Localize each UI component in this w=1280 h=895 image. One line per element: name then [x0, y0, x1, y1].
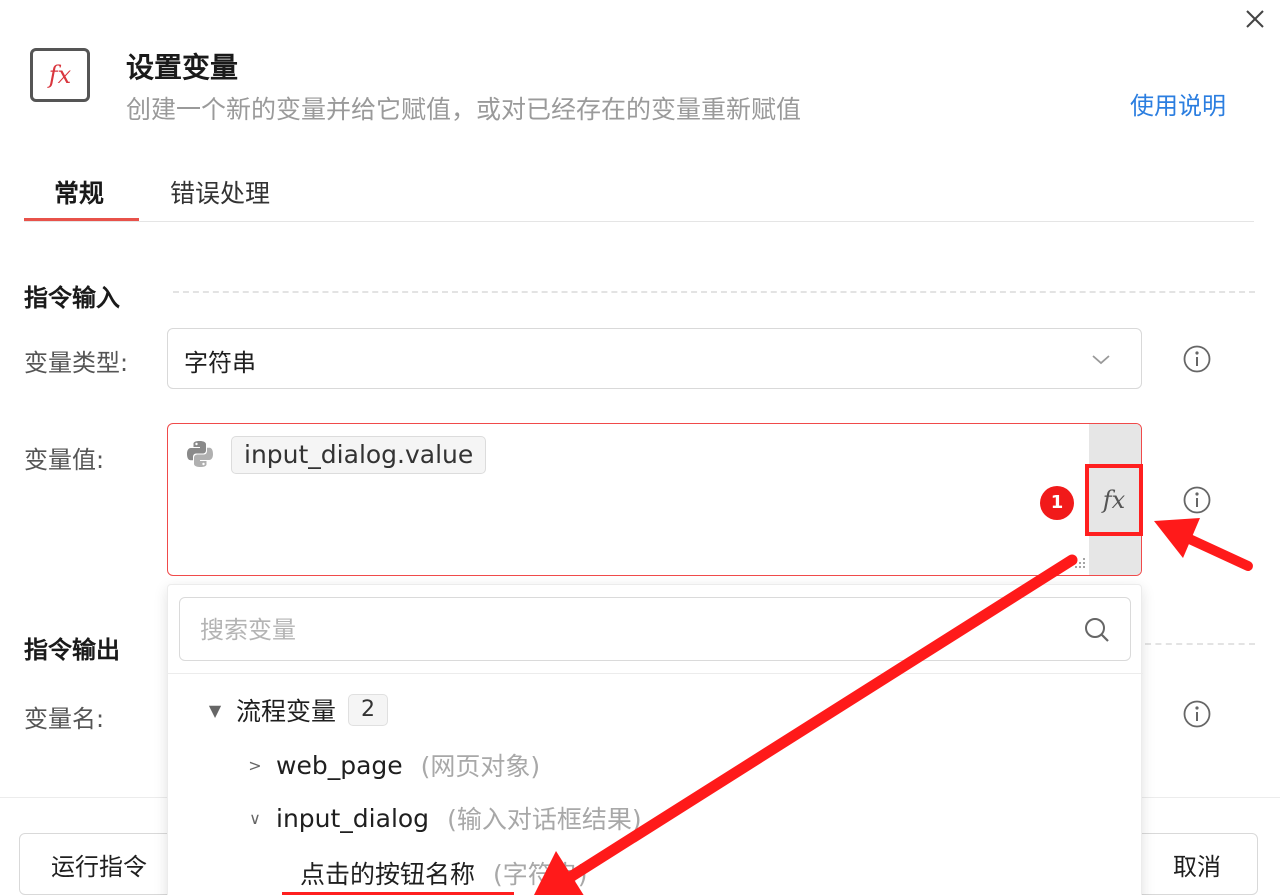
variable-value-editor[interactable]: input_dialog.value	[167, 423, 1142, 576]
variable-type-label: 变量类型:	[24, 349, 129, 377]
tab-bar: 常规 错误处理	[24, 160, 1254, 222]
variable-search-box	[179, 597, 1131, 661]
fx-button[interactable]: fx	[1085, 464, 1143, 536]
section-title-input: 指令输入	[24, 284, 120, 312]
run-command-button[interactable]: 运行指令	[19, 833, 179, 895]
close-button[interactable]	[1240, 4, 1270, 34]
dialog-subtitle: 创建一个新的变量并给它赋值，或对已经存在的变量重新赋值	[126, 95, 802, 124]
tree-group-flow-variables[interactable]: ▼ 流程变量 2	[204, 692, 389, 728]
variable-value-tag[interactable]: input_dialog.value	[231, 436, 487, 474]
tree-item-type: (输入对话框结果)	[447, 805, 642, 834]
info-icon[interactable]	[1182, 699, 1212, 729]
variable-value-label: 变量值:	[24, 446, 105, 474]
tree-group-label: 流程变量	[236, 697, 337, 726]
active-tab-indicator	[24, 218, 139, 221]
count-badge: 2	[348, 694, 389, 726]
chevron-right-icon: >	[248, 755, 262, 775]
chevron-down-icon: ∨	[249, 808, 261, 828]
variable-picker-dropdown: ▼ 流程变量 2 > web_page (网页对象) ∨ input_dialo…	[167, 584, 1143, 895]
resize-handle-icon[interactable]	[1071, 554, 1087, 570]
annotation-arrow	[1154, 518, 1253, 571]
dropdown-divider	[168, 673, 1143, 674]
tree-child-type: (字符串)	[493, 860, 588, 889]
variable-name-label: 变量名:	[24, 705, 105, 733]
tree-child-name: 点击的按钮名称	[300, 860, 476, 889]
help-link[interactable]: 使用说明	[1130, 86, 1226, 121]
info-icon[interactable]	[1182, 485, 1212, 515]
fx-icon: fx	[1102, 486, 1126, 514]
tree-item-name: web_page	[276, 750, 403, 780]
tab-general[interactable]: 常规	[54, 174, 104, 210]
info-icon[interactable]	[1182, 344, 1212, 374]
section-divider	[1145, 643, 1255, 645]
function-icon-label: fx	[48, 61, 72, 89]
variable-search-input[interactable]	[200, 610, 1050, 650]
tab-error-handling[interactable]: 错误处理	[170, 174, 270, 210]
section-divider	[173, 291, 1255, 293]
caret-down-icon: ▼	[208, 700, 222, 720]
variable-type-select[interactable]: 字符串	[167, 328, 1142, 389]
dialog-title: 设置变量	[126, 51, 239, 84]
chevron-down-icon	[1092, 355, 1110, 365]
step-badge: 1	[1040, 486, 1074, 520]
python-icon	[187, 441, 213, 467]
section-title-output: 指令输出	[24, 636, 120, 664]
close-icon	[1246, 10, 1264, 28]
search-icon[interactable]	[1082, 615, 1112, 645]
variable-type-value: 字符串	[184, 349, 256, 377]
function-icon: fx	[30, 48, 90, 102]
tree-child-clicked-button-name[interactable]: 点击的按钮名称 (字符串)	[300, 855, 588, 891]
tree-item-input-dialog[interactable]: ∨ input_dialog (输入对话框结果)	[244, 800, 642, 836]
tree-item-web-page[interactable]: > web_page (网页对象)	[244, 747, 540, 783]
tree-item-name: input_dialog	[276, 803, 430, 833]
tree-item-type: (网页对象)	[420, 752, 541, 781]
